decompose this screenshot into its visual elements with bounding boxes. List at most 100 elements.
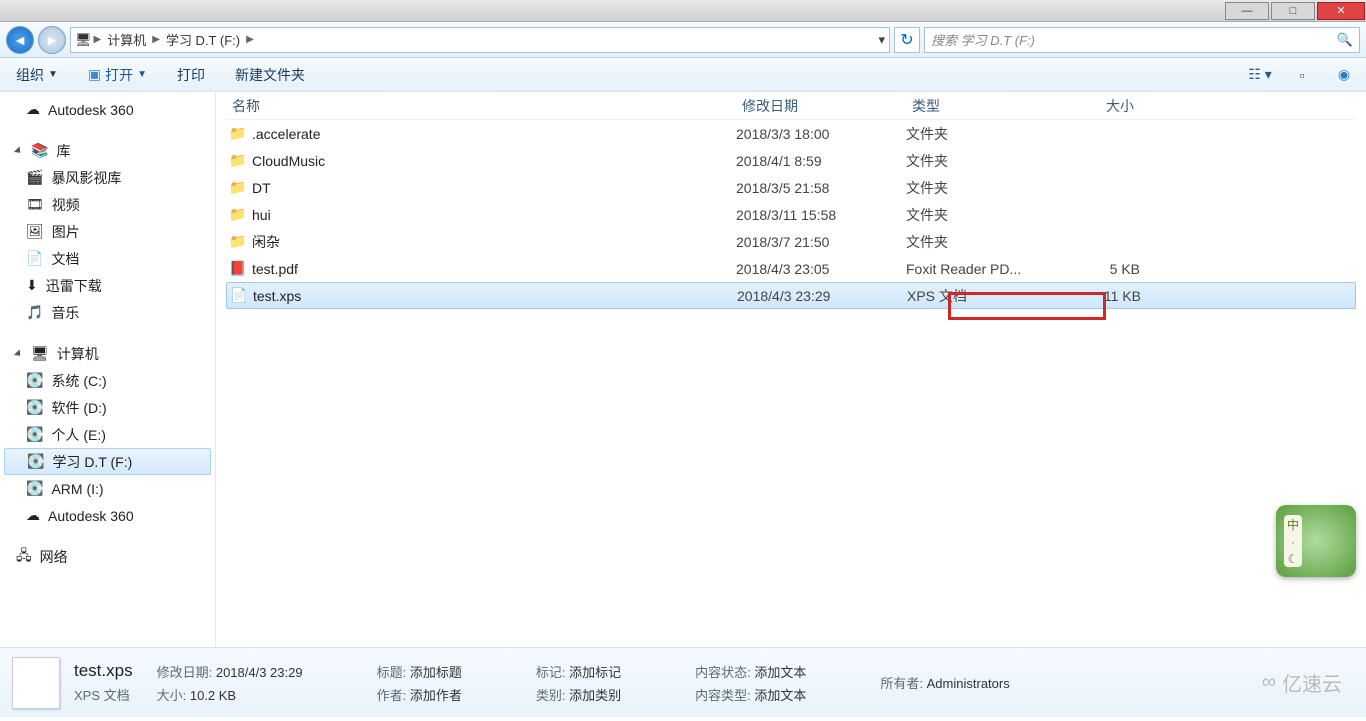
details-value: 10.2 KB <box>190 688 236 703</box>
file-type: Foxit Reader PD... <box>906 261 1048 277</box>
sidebar-item-drive[interactable]: ☁Autodesk 360 <box>0 502 215 529</box>
file-name: test.pdf <box>250 261 736 277</box>
print-button[interactable]: 打印 <box>171 63 211 87</box>
file-type: 文件夹 <box>906 151 1048 171</box>
file-row[interactable]: 📁DT2018/3/5 21:58文件夹 <box>226 174 1356 201</box>
computer-icon: 🖥 <box>75 32 92 48</box>
details-value[interactable]: 添加文本 <box>754 665 806 680</box>
file-row[interactable]: 📕test.pdf2018/4/3 23:05Foxit Reader PD..… <box>226 255 1356 282</box>
computer-icon: 🖥 <box>31 345 49 362</box>
watermark: ∞ 亿速云 <box>1262 668 1342 697</box>
details-value[interactable]: 添加标记 <box>569 665 621 680</box>
sidebar-item-lib[interactable]: 🎬暴风影视库 <box>0 164 215 191</box>
details-value[interactable]: 添加类别 <box>569 688 621 703</box>
file-size: 5 KB <box>1048 261 1140 277</box>
forward-button[interactable]: ► <box>38 26 66 54</box>
music-icon: 🎵 <box>26 304 43 321</box>
sidebar-item-drive[interactable]: 💽系统 (C:) <box>0 367 215 394</box>
file-name: CloudMusic <box>250 153 736 169</box>
file-row[interactable]: 📄test.xps2018/4/3 23:29XPS 文档11 KB <box>226 282 1356 309</box>
file-row[interactable]: 📁.accelerate2018/3/3 18:00文件夹 <box>226 120 1356 147</box>
sidebar-item-lib[interactable]: 🎞视频 <box>0 191 215 218</box>
details-label: 标题: <box>377 665 407 680</box>
sidebar-item-drive[interactable]: 💽软件 (D:) <box>0 394 215 421</box>
file-name: test.xps <box>251 288 737 304</box>
file-type: 文件夹 <box>906 178 1048 198</box>
file-type: 文件夹 <box>906 232 1048 252</box>
details-filename: test.xps <box>74 661 133 681</box>
refresh-button[interactable]: ↻ <box>894 27 920 53</box>
breadcrumb-segment[interactable]: 计算机 <box>103 30 150 49</box>
sidebar-item-lib[interactable]: 🎵音乐 <box>0 299 215 326</box>
file-row[interactable]: 📁闲杂2018/3/7 21:50文件夹 <box>226 228 1356 255</box>
file-row[interactable]: 📁hui2018/3/11 15:58文件夹 <box>226 201 1356 228</box>
sidebar-item-lib[interactable]: 🖼图片 <box>0 218 215 245</box>
expand-icon <box>14 349 23 358</box>
drive-icon: 💽 <box>27 453 44 470</box>
new-folder-button[interactable]: 新建文件夹 <box>229 63 311 87</box>
folder-icon: 📁 <box>226 179 250 196</box>
file-list: 名称 修改日期 类型 大小 📁.accelerate2018/3/3 18:00… <box>216 92 1366 647</box>
window-titlebar: — □ ✕ <box>0 0 1366 22</box>
sidebar-item-lib[interactable]: ⬇迅雷下载 <box>0 272 215 299</box>
column-name[interactable]: 名称 <box>226 96 736 116</box>
details-value[interactable]: 添加作者 <box>410 688 462 703</box>
navigation-bar: ◄ ► 🖥 ▶ 计算机 ▶ 学习 D.T (F:) ▶ ▾ ↻ 搜索 学习 D.… <box>0 22 1366 58</box>
ime-indicator[interactable]: 中·☾ <box>1276 505 1356 577</box>
file-date: 2018/4/3 23:05 <box>736 261 906 277</box>
details-value: Administrators <box>927 676 1010 691</box>
file-date: 2018/4/3 23:29 <box>737 288 907 304</box>
navigation-sidebar: ☁Autodesk 360 📚库 🎬暴风影视库 🎞视频 🖼图片 📄文档 ⬇迅雷下… <box>0 92 216 647</box>
main-area: ☁Autodesk 360 📚库 🎬暴风影视库 🎞视频 🖼图片 📄文档 ⬇迅雷下… <box>0 92 1366 647</box>
folder-icon: 📁 <box>226 206 250 223</box>
details-pane: test.xps XPS 文档 修改日期: 2018/4/3 23:29 大小:… <box>0 647 1366 717</box>
column-headers: 名称 修改日期 类型 大小 <box>226 92 1356 120</box>
drive-icon: 💽 <box>26 399 43 416</box>
column-size[interactable]: 大小 <box>1048 96 1140 116</box>
details-value[interactable]: 添加标题 <box>410 665 462 680</box>
organize-menu[interactable]: 组织 ▼ <box>10 63 64 87</box>
drive-icon: 💽 <box>26 480 43 497</box>
sidebar-item-lib[interactable]: 📄文档 <box>0 245 215 272</box>
view-options-button[interactable]: ☷ ▾ <box>1248 63 1272 87</box>
sidebar-item-computer[interactable]: 🖥计算机 <box>0 340 215 367</box>
sidebar-item-drive[interactable]: 💽个人 (E:) <box>0 421 215 448</box>
file-name: 闲杂 <box>250 232 736 252</box>
help-button[interactable]: ◉ <box>1332 63 1356 87</box>
sidebar-item-drive[interactable]: 💽学习 D.T (F:) <box>4 448 211 475</box>
breadcrumb-segment[interactable]: 学习 D.T (F:) <box>162 30 244 49</box>
search-placeholder: 搜索 学习 D.T (F:) <box>931 30 1035 49</box>
details-value[interactable]: 添加文本 <box>754 688 806 703</box>
sidebar-item-network[interactable]: 🖧网络 <box>0 543 215 570</box>
details-filetype: XPS 文档 <box>74 685 133 704</box>
file-row[interactable]: 📁CloudMusic2018/4/1 8:59文件夹 <box>226 147 1356 174</box>
sidebar-item-autodesk[interactable]: ☁Autodesk 360 <box>0 96 215 123</box>
cloud-icon: ☁ <box>26 101 40 118</box>
image-icon: 🖼 <box>26 223 44 240</box>
column-type[interactable]: 类型 <box>906 96 1048 116</box>
details-label: 类别: <box>536 688 566 703</box>
preview-pane-button[interactable]: ▫ <box>1290 63 1314 87</box>
sidebar-item-drive[interactable]: 💽ARM (I:) <box>0 475 215 502</box>
file-name: hui <box>250 207 736 223</box>
back-button[interactable]: ◄ <box>6 26 34 54</box>
column-date[interactable]: 修改日期 <box>736 96 906 116</box>
file-size: 11 KB <box>1049 288 1141 304</box>
window-maximize-button[interactable]: □ <box>1271 2 1315 20</box>
window-minimize-button[interactable]: — <box>1225 2 1269 20</box>
address-dropdown-icon[interactable]: ▾ <box>878 32 885 48</box>
search-input[interactable]: 搜索 学习 D.T (F:) 🔍 <box>924 27 1360 53</box>
file-date: 2018/3/11 15:58 <box>736 207 906 223</box>
search-icon: 🔍 <box>1337 32 1353 48</box>
address-bar[interactable]: 🖥 ▶ 计算机 ▶ 学习 D.T (F:) ▶ ▾ <box>70 27 890 53</box>
open-button[interactable]: ▣ 打开 ▼ <box>82 63 153 87</box>
file-name: DT <box>250 180 736 196</box>
library-icon: 📚 <box>31 142 48 159</box>
document-icon: 📄 <box>26 250 43 267</box>
details-label: 标记: <box>536 665 566 680</box>
window-close-button[interactable]: ✕ <box>1317 2 1365 20</box>
file-type: 文件夹 <box>906 205 1048 225</box>
download-icon: ⬇ <box>26 277 38 294</box>
sidebar-item-libraries[interactable]: 📚库 <box>0 137 215 164</box>
video-icon: 🎞 <box>26 196 44 213</box>
